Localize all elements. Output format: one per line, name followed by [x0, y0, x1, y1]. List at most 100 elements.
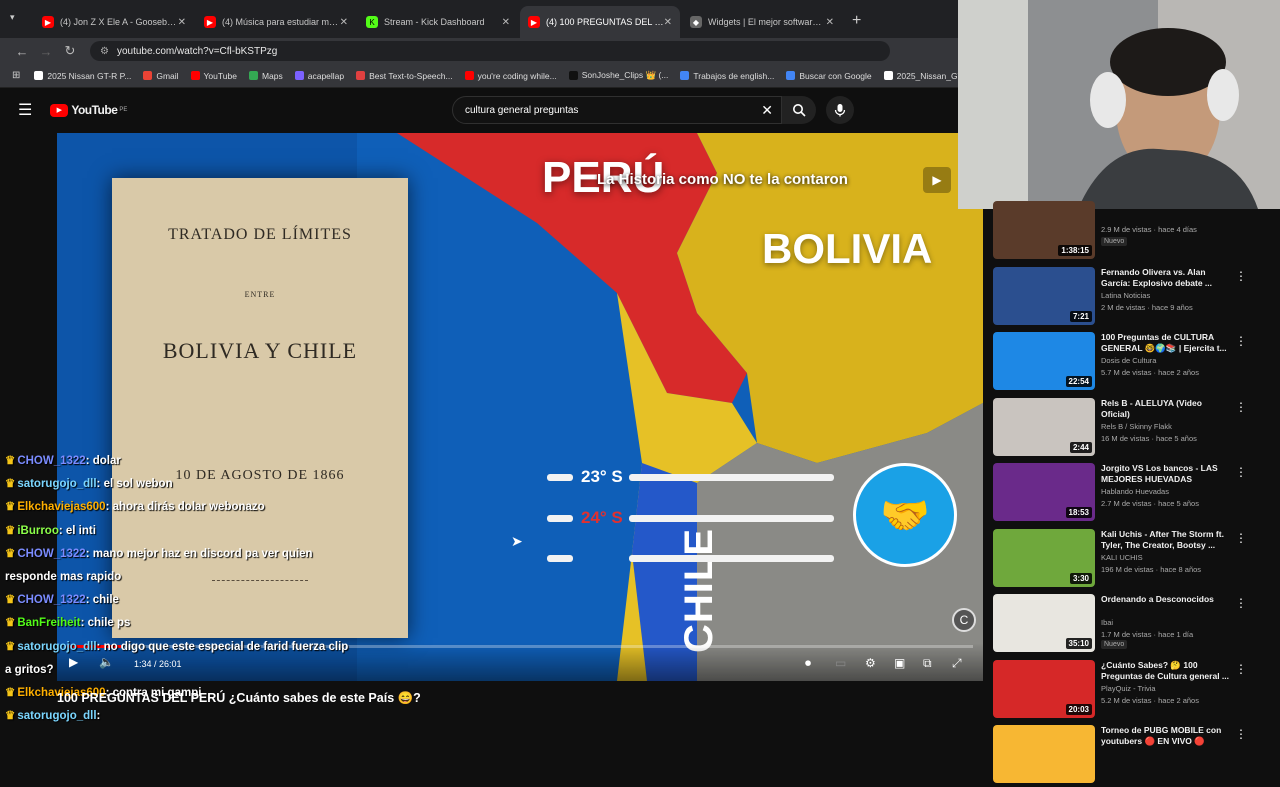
close-icon[interactable]: ✕ — [178, 17, 186, 28]
menu-icon[interactable]: ☰ — [18, 100, 32, 120]
bookmark-label: Maps — [261, 70, 283, 81]
youtube-logo[interactable]: ▶ YouTube PE — [50, 103, 127, 117]
video-thumbnail[interactable]: 18:53 — [993, 463, 1095, 521]
video-thumbnail[interactable]: 3:30 — [993, 528, 1095, 587]
more-options-icon[interactable]: ⋮ — [1235, 531, 1247, 545]
close-icon[interactable]: ✕ — [826, 17, 834, 28]
video-thumbnail[interactable]: 1:38:15 — [993, 201, 1095, 259]
doc-divider — [212, 580, 308, 581]
more-options-icon[interactable]: ⋮ — [1235, 269, 1247, 283]
settings-gear-icon[interactable]: ⚙ — [865, 656, 876, 670]
back-arrow-icon[interactable]: ← — [12, 44, 32, 59]
tab-search-icon[interactable]: ▾ — [10, 12, 15, 23]
region-code: PE — [119, 107, 128, 113]
browser-tab[interactable]: K Stream - Kick Dashboard ✕ — [358, 6, 518, 38]
bookmark-item[interactable]: Maps — [248, 70, 283, 81]
chat-username: Elkchaviejas600 — [17, 501, 106, 514]
more-options-icon[interactable]: ⋮ — [1235, 334, 1247, 348]
more-options-icon[interactable]: ⋮ — [1235, 465, 1247, 479]
duration-badge: 1:38:15 — [1058, 245, 1092, 256]
recommended-video[interactable]: 20:03 ¿Cuánto Sabes? 🤔 100 Preguntas de C… — [993, 659, 1273, 722]
more-options-icon[interactable]: ⋮ — [1235, 662, 1247, 676]
chat-message: ♛ CHOW_1322: chile — [5, 593, 119, 607]
browser-tab[interactable]: ▶ (4) Jon Z X Ele A - Goosebump ✕ — [34, 6, 194, 38]
chat-username: iBurroo — [17, 524, 59, 537]
chat-separator: : — [96, 710, 101, 723]
doc-line: BOLIVIA Y CHILE — [162, 338, 358, 363]
close-icon[interactable]: ✕ — [502, 17, 510, 28]
chat-username: satorugojo_dll — [17, 478, 97, 491]
play-icon[interactable]: ▶ — [69, 655, 78, 669]
browser-tab-active[interactable]: ▶(4) 100 PREGUNTAS DEL PERÚ✕ — [520, 6, 680, 38]
video-thumbnail[interactable]: 22:54 — [993, 332, 1095, 390]
autoplay-toggle[interactable]: ⏺ — [805, 656, 811, 671]
chat-badge-icon: ♛ — [5, 710, 16, 723]
channel-name: PlayQuiz - Trivia — [1101, 683, 1156, 693]
promo-play-icon[interactable]: ▶ — [923, 167, 951, 193]
chat-separator: : — [96, 478, 104, 491]
chat-text: mano mejor haz en discord pa ver quien — [92, 547, 313, 560]
search-input[interactable]: cultura general preguntas ✕ — [452, 96, 782, 124]
recommendations-sidebar: 1:38:15 2.9 M de vistas · hace 4 días Nuev… — [985, 201, 1280, 783]
treaty-document: TRATADO DE LÍMITES ENTRE BOLIVIA Y CHILE… — [112, 178, 408, 638]
forward-arrow-icon[interactable]: → — [36, 44, 56, 59]
bookmark-item[interactable]: Buscar con Google — [786, 71, 872, 81]
youtube-icon: ▶ — [528, 16, 540, 28]
apps-grid-icon[interactable]: ⊞ — [12, 70, 20, 81]
bookmark-item[interactable]: Trabajos de english... — [680, 71, 774, 81]
reload-icon[interactable]: ↻ — [60, 43, 80, 59]
clear-search-icon[interactable]: ✕ — [761, 102, 773, 119]
recommended-video[interactable]: 18:53 Jorgito VS Los bancos - LAS MEJORES… — [993, 463, 1273, 525]
bookmark-item[interactable]: 2025 Nissan GT-R P... — [34, 71, 131, 81]
browser-tab[interactable]: ◆ Widgets | El mejor software pa ✕ — [682, 6, 842, 38]
chat-text: a gritos? — [5, 663, 54, 676]
volume-icon[interactable]: 🔈 — [99, 655, 114, 669]
chat-username: CHOW_1322 — [17, 455, 86, 467]
url-field[interactable]: ⚙ youtube.com/watch?v=Cfl-bKSTPzg — [90, 41, 890, 61]
channel-watermark-icon[interactable]: C — [952, 608, 976, 632]
recommended-video[interactable]: 2:44 Rels B - ALELUYA (Video Oficial) Rels… — [993, 397, 1273, 460]
video-player[interactable]: PERÚ BOLIVIA CHILE La Historia como NO t… — [57, 133, 983, 681]
recommended-video[interactable]: 22:54 100 Preguntas de CULTURA GENERAL 🤓🌍… — [993, 332, 1273, 394]
latitude-bar — [629, 515, 834, 522]
browser-tab[interactable]: ▶ (4) Música para estudiar matem ✕ — [196, 6, 356, 38]
recommended-video[interactable]: Torneo de PUBG MOBILE con youtubers 🔴 EN… — [993, 725, 1273, 787]
recommended-video[interactable]: 7:21 Fernando Olivera vs. Alan García: Ex… — [993, 266, 1273, 329]
video-thumbnail[interactable]: 2:44 — [993, 397, 1095, 456]
new-tab-button[interactable]: + — [852, 12, 861, 30]
bookmark-icon — [143, 71, 153, 80]
video-thumbnail[interactable]: 7:21 — [993, 266, 1095, 325]
subtitles-icon[interactable]: ▭ — [835, 656, 846, 670]
bookmark-item[interactable]: acapellap — [294, 71, 344, 81]
bookmark-item[interactable]: you're coding while... — [464, 71, 557, 81]
bookmark-label: Trabajos de english... — [693, 70, 775, 81]
cast-icon[interactable]: ⧉ — [923, 656, 932, 671]
bookmark-item[interactable]: Best Text-to-Speech... — [356, 71, 453, 81]
view-meta: 2.9 M de vistas · hace 4 días — [1101, 225, 1197, 234]
bookmark-item[interactable]: Gmail — [143, 71, 179, 81]
miniplayer-icon[interactable]: ▣ — [894, 656, 905, 670]
bookmark-item[interactable]: SonJoshe_Clips 👑 (... — [568, 70, 669, 81]
close-icon[interactable]: ✕ — [664, 17, 672, 28]
search-button[interactable] — [782, 96, 816, 124]
bookmark-item[interactable]: YouTube — [190, 71, 237, 81]
time-display: 1:34 / 26:01 — [134, 659, 182, 669]
recommended-video[interactable]: 3:30 Kali Uchis - After The Storm ft. Tyl… — [993, 528, 1273, 591]
recommended-video[interactable]: 1:38:15 2.9 M de vistas · hace 4 días Nuev… — [993, 201, 1273, 263]
video-thumbnail[interactable] — [993, 725, 1095, 783]
more-options-icon[interactable]: ⋮ — [1235, 727, 1247, 741]
video-thumbnail[interactable]: 35:10 — [993, 594, 1095, 652]
fullscreen-icon[interactable]: ⤢ — [952, 656, 962, 671]
bookmark-label: SonJoshe_Clips 👑 (... — [581, 70, 669, 80]
chat-separator: : — [58, 524, 66, 537]
voice-search-button[interactable] — [826, 96, 854, 124]
site-info-icon[interactable]: ⚙ — [100, 46, 109, 57]
latitude-label: 24° S — [581, 508, 623, 527]
recommended-video[interactable]: 35:10 Ordenando a Desconocidos Ibai 1.7 M d… — [993, 594, 1273, 656]
more-options-icon[interactable]: ⋮ — [1235, 400, 1247, 414]
video-thumbnail[interactable]: 20:03 — [993, 659, 1095, 718]
duration-badge: 2:44 — [1069, 441, 1092, 453]
recommendation-title: 100 Preguntas de CULTURA GENERAL 🤓🌍📚 | E… — [1101, 332, 1227, 353]
close-icon[interactable]: ✕ — [340, 17, 348, 28]
more-options-icon[interactable]: ⋮ — [1235, 596, 1247, 610]
